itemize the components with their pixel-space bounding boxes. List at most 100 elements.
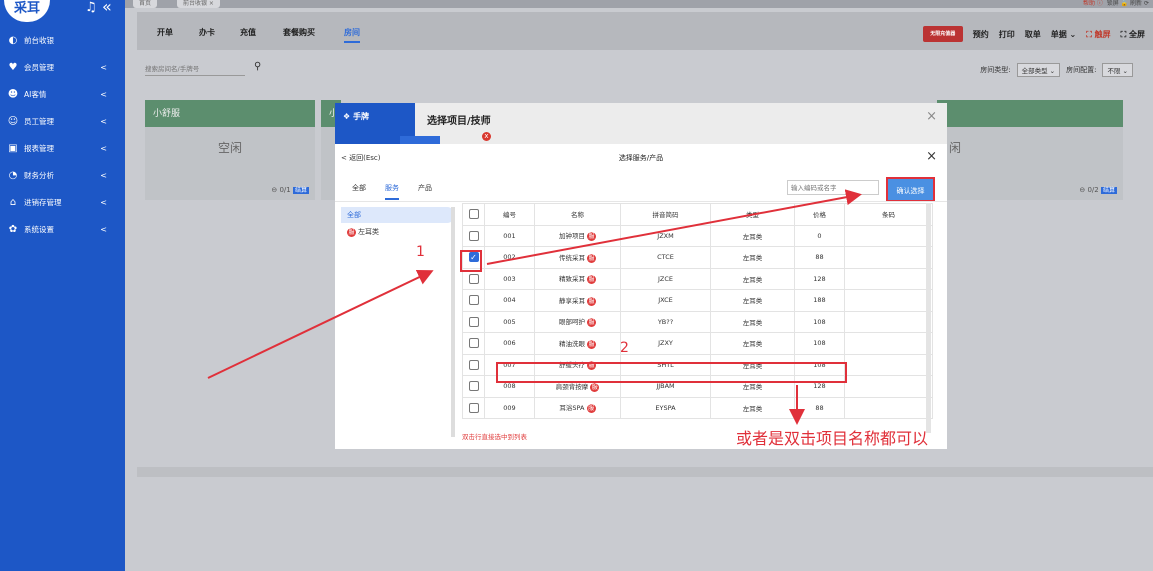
cell-name[interactable]: 耳浴SPA 服 (534, 396, 621, 419)
menu-icon: ✿ (8, 224, 18, 235)
help-link[interactable]: 帮助 ⓘ (1083, 0, 1103, 7)
cell-type: 左耳类 (710, 267, 795, 290)
room-config-select[interactable]: 不限 ⌄ (1102, 63, 1133, 77)
table-row[interactable]: 005 眼部呵护 服 YB?? 左耳类 108 (462, 310, 933, 333)
toolbar-recharge[interactable]: 充值 (240, 27, 256, 38)
category-scrollbar[interactable] (451, 207, 455, 437)
table-row[interactable]: 004 静享采耳 服 JXCE 左耳类 188 (462, 289, 933, 312)
sidebar-item[interactable]: ⌂ 进销存管理 < (0, 189, 125, 216)
table-row[interactable]: 001 加钟项目 服 JZXM 左耳类 0 (462, 224, 933, 247)
checkbox-cell[interactable] (462, 289, 485, 312)
settle-button[interactable]: 结算 (292, 187, 309, 194)
toolbar-print[interactable]: 打印 (999, 29, 1015, 40)
table-row[interactable]: 006 精油洗眼 服 JZXY 左耳类 108 (462, 332, 933, 355)
row-checkbox[interactable] (468, 295, 479, 306)
back-button[interactable]: < 返回(Esc) (341, 153, 380, 163)
close-icon[interactable]: × (926, 109, 937, 124)
service-badge-icon: 服 (590, 382, 600, 392)
selected-chip[interactable] (400, 136, 440, 144)
tab-all[interactable]: 全部 (352, 183, 366, 200)
room-type-select[interactable]: 全部类型 ⌄ (1016, 63, 1061, 77)
footer-bar (137, 467, 1153, 477)
touch-screen-button[interactable]: ⛶ 触屏 (1086, 29, 1110, 40)
bell-icon[interactable]: ♫ (85, 0, 97, 15)
remove-chip-icon[interactable]: x (482, 132, 491, 141)
checkbox-cell[interactable] (462, 396, 485, 419)
sidebar-item[interactable]: ◔ 财务分析 < (0, 162, 125, 189)
collapse-icon[interactable]: « (102, 0, 112, 16)
sidebar-item-label: 系统设置 (24, 225, 54, 234)
toolbar-open-order[interactable]: 开单 (157, 27, 173, 38)
cell-name[interactable]: 精油洗眼 服 (534, 332, 621, 355)
tab-home[interactable]: 首页 (133, 0, 158, 8)
checkbox-cell[interactable] (462, 353, 485, 376)
checkbox-cell[interactable] (462, 224, 485, 247)
close-icon[interactable]: × (926, 149, 937, 164)
toolbar-package[interactable]: 套餐购买 (283, 27, 315, 38)
settle-button[interactable]: 结算 (1100, 187, 1117, 194)
sidebar-item[interactable]: ✿ 系统设置 < (0, 216, 125, 243)
row-checkbox[interactable] (468, 402, 479, 413)
table-row[interactable]: ✓ 002 传统采耳 服 CTCE 左耳类 88 (462, 246, 933, 269)
chevron-left-icon: < (100, 63, 107, 72)
checkbox-cell[interactable] (462, 310, 485, 333)
category-all[interactable]: 全部 (341, 207, 455, 223)
row-checkbox[interactable] (468, 316, 479, 327)
fullscreen-button[interactable]: ⛶ 全屏 (1121, 29, 1145, 40)
cell-price: 88 (794, 246, 845, 269)
toolbar-bills[interactable]: 单据 ⌄ (1051, 29, 1077, 40)
cell-pinyin: EYSPA (620, 396, 711, 419)
checkbox-cell[interactable] (462, 375, 485, 398)
menu-icon: ▣ (8, 143, 18, 154)
toolbar-reserve[interactable]: 预约 (973, 29, 989, 40)
sidebar-item-label: 会员管理 (24, 63, 54, 72)
select-all-cell[interactable] (462, 203, 485, 226)
code-search-input[interactable] (787, 180, 879, 195)
cell-name[interactable]: 静享采耳 服 (534, 289, 621, 312)
sidebar-item-label: 进销存管理 (24, 198, 62, 207)
sidebar-item[interactable]: ▣ 报表管理 < (0, 135, 125, 162)
row-checkbox[interactable] (468, 359, 479, 370)
table-scrollbar[interactable] (926, 203, 931, 433)
confirm-select-button[interactable]: 确认选择 (886, 177, 935, 202)
chevron-left-icon: < (100, 90, 107, 99)
select-all-checkbox[interactable] (468, 209, 479, 220)
cell-name[interactable]: 加钟项目 服 (534, 224, 621, 247)
cell-name[interactable]: 眼部呵护 服 (534, 310, 621, 333)
row-checkbox[interactable] (468, 381, 479, 392)
service-name: 眼部呵护 (558, 318, 585, 327)
col-code: 编号 (484, 203, 535, 226)
row-checkbox[interactable] (468, 273, 479, 284)
room-search-input[interactable] (145, 62, 245, 76)
table-row[interactable]: 009 耳浴SPA 服 EYSPA 左耳类 88 (462, 396, 933, 419)
top-links[interactable]: 帮助 ⓘ 锁屏 🔒 刷新 ⟳ (1083, 0, 1149, 7)
search-icon[interactable]: ⚲ (254, 61, 261, 72)
table-row[interactable]: 003 精致采耳 服 JZCE 左耳类 128 (462, 267, 933, 290)
sidebar-item[interactable]: ☻ AI客情 < (0, 81, 125, 108)
annotation-checkbox-box (460, 250, 482, 272)
sidebar-item[interactable]: ☺ 员工管理 < (0, 108, 125, 135)
recharge-device-button[interactable]: 无限充值器 (922, 26, 963, 42)
sidebar-item-label: 前台收银 (24, 36, 54, 45)
room-card[interactable]: 闲 ⊖ 0/2 结算 (937, 100, 1123, 200)
tab-product[interactable]: 产品 (418, 183, 432, 200)
sidebar-item[interactable]: ◐ 前台收银 (0, 27, 125, 54)
cell-barcode (844, 224, 933, 247)
tab-front-cashier[interactable]: 前台收银 × (177, 0, 220, 8)
row-checkbox[interactable] (468, 230, 479, 241)
lock-refresh-links[interactable]: 锁屏 🔒 刷新 ⟳ (1107, 0, 1149, 7)
toolbar-room[interactable]: 房间 (344, 27, 360, 43)
category-left-ear[interactable]: 服 左耳类 (341, 227, 455, 237)
chevron-left-icon: < (100, 171, 107, 180)
toolbar: 开单 办卡 充值 套餐购买 房间 无限充值器 预约 打印 取单 单据 ⌄ ⛶ 触… (137, 12, 1153, 50)
room-card[interactable]: 小舒服 空闲 ⊖ 0/1 结算 (145, 100, 315, 200)
cell-name[interactable]: 精致采耳 服 (534, 267, 621, 290)
checkbox-cell[interactable] (462, 332, 485, 355)
row-checkbox[interactable] (468, 338, 479, 349)
toolbar-card[interactable]: 办卡 (199, 27, 215, 38)
sidebar-item[interactable]: ♥ 会员管理 < (0, 54, 125, 81)
toolbar-fetch[interactable]: 取单 (1025, 29, 1041, 40)
tab-service[interactable]: 服务 (385, 183, 399, 200)
annotation-2: 2 (620, 340, 629, 356)
cell-name[interactable]: 传统采耳 服 (534, 246, 621, 269)
